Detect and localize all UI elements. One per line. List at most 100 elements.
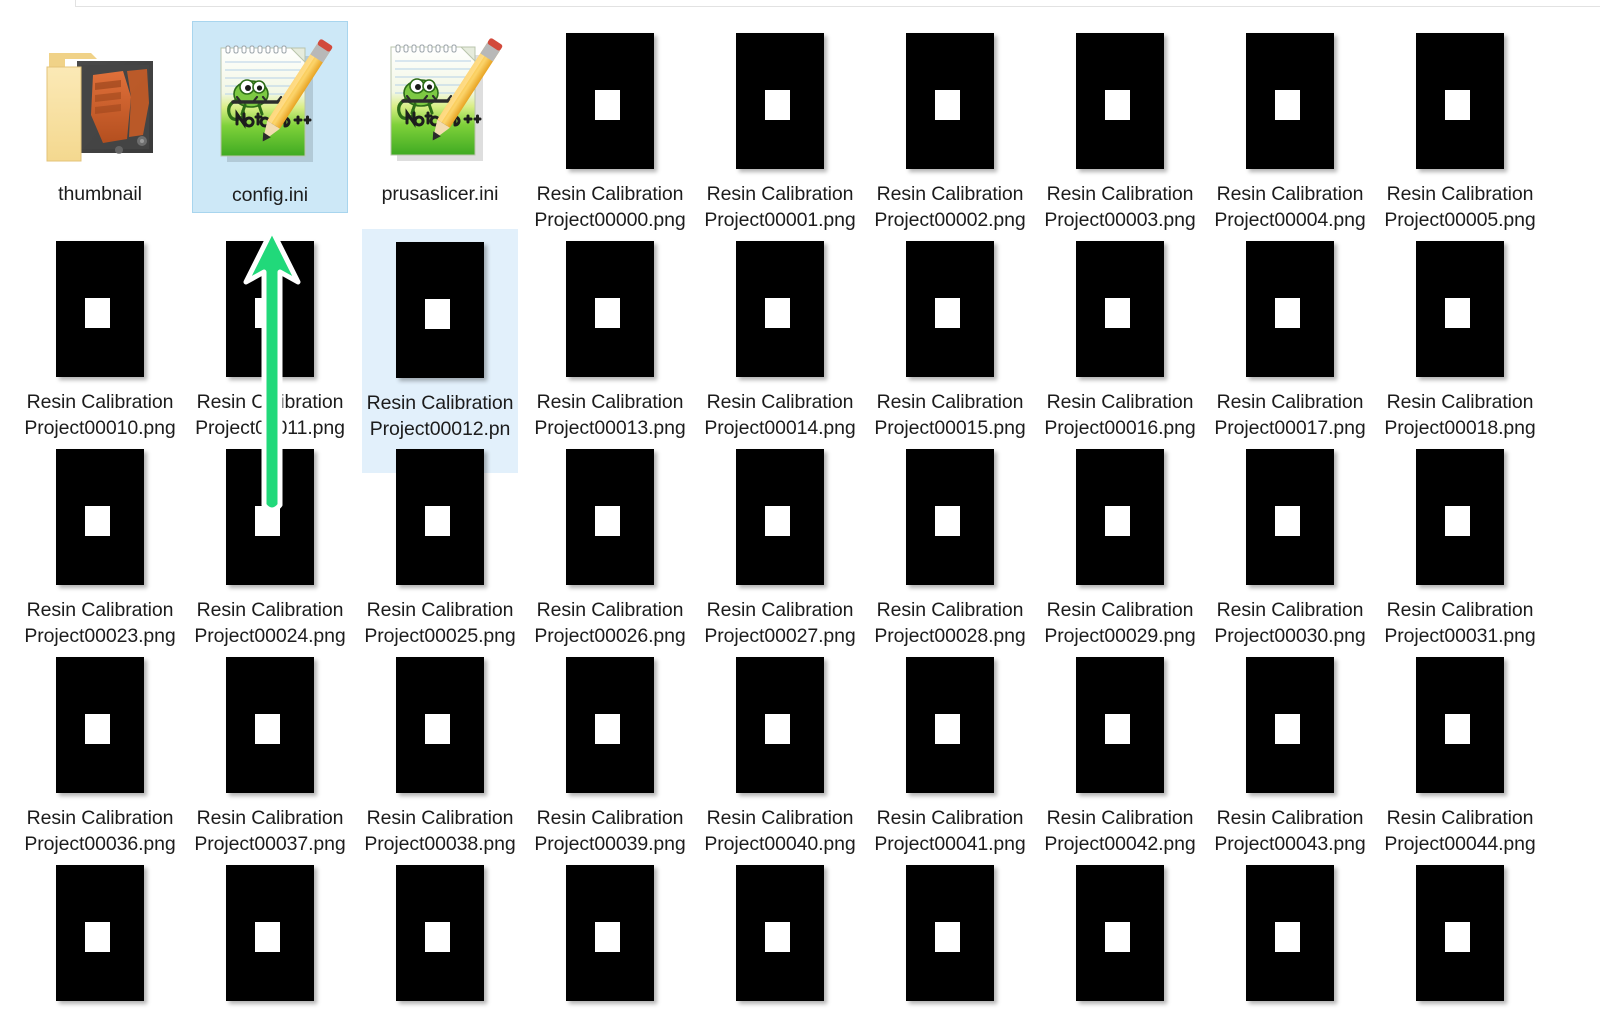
file-icon[interactable]	[872, 229, 1028, 389]
png-thumbnail-icon	[396, 449, 484, 585]
file-item[interactable]: Resin Calibration Project00037.png	[192, 645, 348, 861]
file-icon[interactable]	[22, 645, 178, 805]
file-icon[interactable]	[1042, 645, 1198, 805]
file-icon[interactable]	[362, 645, 518, 805]
file-item[interactable]: Resin Calibration Project00017.png	[1212, 229, 1368, 445]
file-icon[interactable]	[362, 853, 518, 1013]
file-item[interactable]	[22, 853, 178, 1017]
file-icon[interactable]	[702, 853, 858, 1013]
file-item[interactable]: Resin Calibration Project00010.png	[22, 229, 178, 445]
file-item[interactable]: Resin Calibration Project00018.png	[1382, 229, 1538, 445]
file-item[interactable]: Resin Calibration Project00026.png	[532, 437, 688, 653]
file-item[interactable]: Resin Calibration Project00015.png	[872, 229, 1028, 445]
png-thumbnail-icon	[396, 657, 484, 793]
file-icon[interactable]	[22, 229, 178, 389]
file-icon[interactable]	[1212, 21, 1368, 181]
file-icon[interactable]	[532, 21, 688, 181]
file-icon[interactable]	[532, 229, 688, 389]
png-thumbnail-icon	[1076, 865, 1164, 1001]
file-icon[interactable]	[532, 645, 688, 805]
file-item[interactable]	[532, 853, 688, 1017]
file-icon[interactable]	[1382, 21, 1538, 181]
file-item[interactable]: Resin Calibration Project00042.png	[1042, 645, 1198, 861]
file-icon-grid[interactable]: thumbnail config.ini prusaslicer.ini Res…	[0, 7, 1600, 1005]
file-item[interactable]	[362, 853, 518, 1017]
file-item[interactable]: Resin Calibration Project00036.png	[22, 645, 178, 861]
file-item[interactable]: Resin Calibration Project00001.png	[702, 21, 858, 237]
file-icon[interactable]	[702, 229, 858, 389]
file-icon[interactable]	[1382, 645, 1538, 805]
file-icon[interactable]	[1212, 229, 1368, 389]
file-item[interactable]: Resin Calibration Project00016.png	[1042, 229, 1198, 445]
file-icon[interactable]	[192, 229, 348, 389]
file-item[interactable]: Resin Calibration Project00023.png	[22, 437, 178, 653]
file-item[interactable]: Resin Calibration Project00024.png	[192, 437, 348, 653]
file-icon[interactable]	[22, 853, 178, 1013]
file-item[interactable]: Resin Calibration Project00039.png	[532, 645, 688, 861]
file-item[interactable]	[192, 853, 348, 1017]
file-icon[interactable]	[872, 437, 1028, 597]
file-icon[interactable]	[362, 437, 518, 597]
file-icon[interactable]	[702, 437, 858, 597]
file-icon[interactable]	[192, 437, 348, 597]
calibration-square	[1275, 922, 1300, 952]
file-icon[interactable]	[702, 645, 858, 805]
file-item[interactable]: thumbnail	[22, 21, 178, 211]
file-item[interactable]	[1042, 853, 1198, 1017]
file-icon[interactable]	[22, 437, 178, 597]
file-icon[interactable]	[1212, 437, 1368, 597]
file-icon[interactable]	[362, 21, 518, 181]
file-item[interactable]: Resin Calibration Project00003.png	[1042, 21, 1198, 237]
file-icon[interactable]	[1212, 853, 1368, 1013]
file-item[interactable]: Resin Calibration Project00011.png	[192, 229, 348, 445]
file-item[interactable]: Resin Calibration Project00004.png	[1212, 21, 1368, 237]
file-item[interactable]	[1212, 853, 1368, 1017]
file-item[interactable]: Resin Calibration Project00028.png	[872, 437, 1028, 653]
file-icon[interactable]	[1042, 853, 1198, 1013]
file-icon[interactable]	[22, 21, 178, 181]
file-icon[interactable]	[702, 21, 858, 181]
file-item[interactable]: Resin Calibration Project00031.png	[1382, 437, 1538, 653]
file-item[interactable]: Resin Calibration Project00040.png	[702, 645, 858, 861]
file-icon[interactable]	[1382, 853, 1538, 1013]
file-icon[interactable]	[872, 21, 1028, 181]
calibration-square	[1445, 90, 1470, 120]
calibration-square	[1105, 714, 1130, 744]
file-item[interactable]: Resin Calibration Project00002.png	[872, 21, 1028, 237]
file-icon[interactable]	[1382, 229, 1538, 389]
file-item[interactable]: Resin Calibration Project00044.png	[1382, 645, 1538, 861]
file-item[interactable]: Resin Calibration Project00029.png	[1042, 437, 1198, 653]
file-item[interactable]	[702, 853, 858, 1017]
file-item[interactable]: Resin Calibration Project00000.png	[532, 21, 688, 237]
file-icon[interactable]	[193, 22, 347, 182]
file-item[interactable]: prusaslicer.ini	[362, 21, 518, 211]
file-item[interactable]: Resin Calibration Project00041.png	[872, 645, 1028, 861]
file-item[interactable]: Resin Calibration Project00043.png	[1212, 645, 1368, 861]
file-item[interactable]	[1382, 853, 1538, 1017]
file-item[interactable]: config.ini	[192, 21, 348, 213]
calibration-square	[255, 922, 280, 952]
png-thumbnail-icon	[56, 865, 144, 1001]
file-icon[interactable]	[1382, 437, 1538, 597]
file-icon[interactable]	[872, 853, 1028, 1013]
file-icon[interactable]	[363, 230, 517, 390]
file-icon[interactable]	[192, 853, 348, 1013]
calibration-square	[1275, 298, 1300, 328]
file-item[interactable]: Resin Calibration Project00027.png	[702, 437, 858, 653]
file-icon[interactable]	[1212, 645, 1368, 805]
file-item[interactable]: Resin Calibration Project00038.png	[362, 645, 518, 861]
file-icon[interactable]	[1042, 21, 1198, 181]
file-item[interactable]: Resin Calibration Project00030.png	[1212, 437, 1368, 653]
file-icon[interactable]	[1042, 229, 1198, 389]
file-icon[interactable]	[532, 853, 688, 1013]
file-item[interactable]	[872, 853, 1028, 1017]
file-item[interactable]: Resin Calibration Project00005.png	[1382, 21, 1538, 237]
file-item[interactable]: Resin Calibration Project00014.png	[702, 229, 858, 445]
file-icon[interactable]	[1042, 437, 1198, 597]
file-item[interactable]: Resin Calibration Project00025.png	[362, 437, 518, 653]
file-item[interactable]: Resin Calibration Project00013.png	[532, 229, 688, 445]
png-thumbnail-icon	[1416, 865, 1504, 1001]
file-icon[interactable]	[872, 645, 1028, 805]
file-icon[interactable]	[532, 437, 688, 597]
file-icon[interactable]	[192, 645, 348, 805]
